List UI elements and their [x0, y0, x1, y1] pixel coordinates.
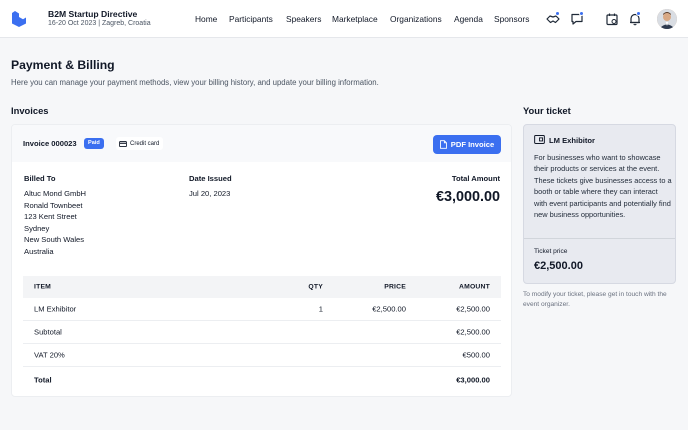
table-header-row: ITEM QTY PRICE AMOUNT: [23, 276, 501, 298]
item-amount: €2,500.00: [456, 304, 490, 314]
ticket-description: For businesses who want to showcase thei…: [534, 153, 672, 220]
nav-home[interactable]: Home: [195, 14, 217, 24]
chat-icon[interactable]: [570, 11, 584, 26]
ticket-card: LM Exhibitor For businesses who want to …: [523, 124, 676, 284]
notification-dot: [636, 11, 641, 16]
table-row: LM Exhibitor 1 €2,500.00 €2,500.00: [23, 298, 501, 321]
subtotal-row: Subtotal €2,500.00: [23, 321, 501, 344]
nav-agenda[interactable]: Agenda: [454, 14, 483, 24]
payment-method-label: Credit card: [130, 140, 160, 147]
billed-to-line: Australia: [24, 246, 54, 256]
ticket-icon: [534, 135, 545, 144]
subtotal-amount: €2,500.00: [456, 327, 490, 337]
notification-dot: [579, 11, 584, 16]
total-amount-value: €3,000.00: [435, 189, 500, 205]
invoice-number: Invoice 000023: [23, 139, 77, 148]
ticket-note: To modify your ticket, please get in tou…: [523, 291, 667, 308]
app-logo-icon[interactable]: [12, 11, 26, 27]
page-title: Payment & Billing: [11, 58, 115, 72]
credit-card-icon: [119, 140, 127, 147]
column-header-amount: AMOUNT: [458, 283, 490, 291]
billed-to-line: 123 Kent Street: [24, 212, 77, 221]
nav-marketplace[interactable]: Marketplace: [332, 14, 378, 24]
column-header-price: PRICE: [384, 283, 406, 291]
user-avatar[interactable]: [657, 9, 677, 29]
top-header: B2M Startup Directive 16-20 Oct 2023 | Z…: [0, 0, 688, 38]
ticket-price: €2,500.00: [534, 260, 583, 272]
subtotal-label: Subtotal: [34, 327, 62, 337]
invoice-card-header: Invoice 000023 Paid Credit card PDF Invo…: [12, 125, 511, 162]
notification-dot: [555, 11, 560, 16]
item-qty: 1: [318, 304, 323, 314]
event-meta: 16-20 Oct 2023 | Zagreb, Croatia: [48, 20, 151, 27]
column-header-item: ITEM: [34, 283, 52, 291]
vat-amount: €500.00: [462, 350, 490, 360]
ticket-section-title: Your ticket: [523, 105, 571, 116]
calendar-icon[interactable]: [605, 12, 619, 26]
nav-organizations[interactable]: Organizations: [390, 14, 442, 24]
vat-row: VAT 20% €500.00: [23, 344, 501, 367]
ticket-name: LM Exhibitor: [549, 136, 595, 145]
billed-to-line: Altuc Mond GmbH: [24, 189, 87, 198]
date-issued-label: Date Issued: [189, 174, 232, 183]
billed-to-line: Ronald Townbeet: [24, 200, 83, 210]
document-icon: [439, 140, 447, 149]
item-name: LM Exhibitor: [34, 304, 77, 314]
nav-participants[interactable]: Participants: [229, 14, 273, 24]
billed-to-line: New South Wales: [24, 235, 85, 244]
date-issued-value: Jul 20, 2023: [189, 189, 231, 198]
column-header-qty: QTY: [308, 283, 323, 291]
total-label: Total: [34, 375, 52, 384]
billed-to-line: Sydney: [24, 223, 50, 233]
bell-icon[interactable]: [628, 11, 642, 26]
pdf-invoice-label: PDF Invoice: [450, 140, 495, 149]
payment-method-chip: Credit card: [116, 137, 164, 150]
invoices-section-title: Invoices: [11, 105, 49, 116]
status-badge: Paid: [84, 138, 104, 149]
total-row: Total €3,000.00: [23, 367, 501, 392]
pdf-invoice-button[interactable]: PDF Invoice: [433, 135, 501, 154]
invoice-card: Invoice 000023 Paid Credit card PDF Invo…: [11, 124, 512, 397]
billed-to-label: Billed To: [24, 174, 56, 183]
nav-speakers[interactable]: Speakers: [286, 14, 321, 24]
total-amount-label: Total Amount: [451, 174, 500, 183]
event-name: B2M Startup Directive: [48, 9, 138, 19]
nav-sponsors[interactable]: Sponsors: [494, 14, 529, 24]
ticket-price-label: Ticket price: [534, 248, 568, 255]
item-price: €2,500.00: [372, 304, 406, 314]
vat-label: VAT 20%: [34, 350, 65, 360]
page-description: Here you can manage your payment methods…: [11, 78, 379, 87]
ticket-divider: [524, 238, 675, 239]
handshake-icon[interactable]: [546, 11, 560, 26]
total-amount: €3,000.00: [456, 375, 490, 384]
